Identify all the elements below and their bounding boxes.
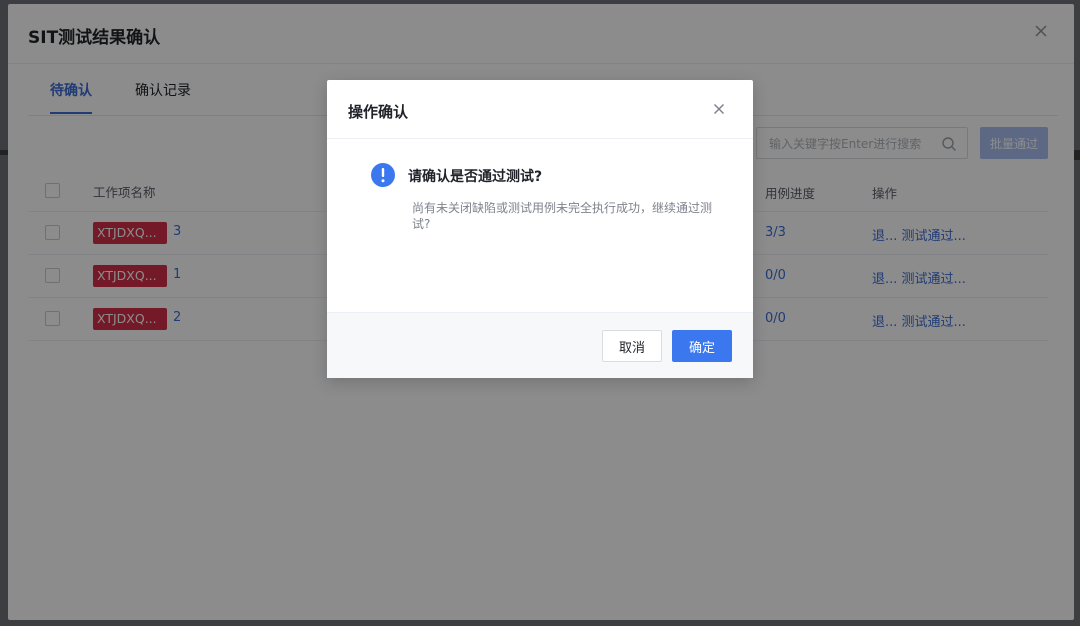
cancel-button[interactable]: 取消 — [602, 330, 662, 362]
dialog-description: 尚有未关闭缺陷或测试用例未完全执行成功，继续通过测试? — [412, 201, 713, 231]
confirm-button[interactable]: 确定 — [672, 330, 732, 362]
page-edge-fragment — [0, 150, 8, 155]
confirm-dialog: 操作确认 请确认是否通过测试? 尚有未关闭缺陷或测试用例未完全执行成功，继续通过… — [327, 80, 753, 378]
dialog-question: 请确认是否通过测试? — [408, 169, 543, 185]
dialog-header: 操作确认 — [327, 80, 753, 139]
close-icon[interactable] — [711, 101, 727, 117]
info-icon — [371, 163, 395, 187]
dialog-footer: 取消 确定 — [327, 312, 753, 378]
dialog-title: 操作确认 — [348, 103, 409, 121]
page-edge-fragment — [1074, 150, 1080, 160]
